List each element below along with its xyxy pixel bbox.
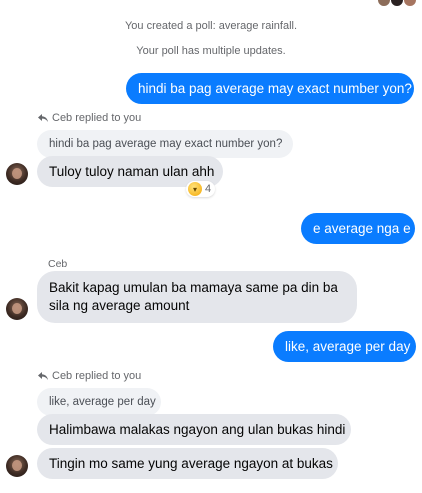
outgoing-message-average-nga[interactable]: e average nga e	[301, 213, 415, 244]
reply-arrow-icon	[38, 113, 48, 122]
message-reaction[interactable]: ▾ 4	[186, 181, 216, 197]
laughing-face-icon: ▾	[188, 182, 202, 196]
message-text: e average nga e	[313, 220, 411, 236]
message-text: Tingin mo same yung average ngayon at bu…	[49, 455, 333, 471]
message-text: hindi ba pag average may exact number yo…	[138, 80, 412, 96]
reply-indicator: Ceb replied to you	[38, 112, 141, 124]
message-text: Halimbawa malakas ngayon ang ulan bukas …	[49, 421, 346, 437]
reply-arrow-icon	[38, 371, 48, 380]
seen-avatar-1	[378, 0, 390, 6]
message-text-line-2: sila ng average amount	[49, 298, 190, 313]
message-text-line-1: Bakit kapag umulan ba mamaya same pa din…	[49, 280, 338, 295]
sender-name: Ceb	[48, 258, 68, 270]
contact-avatar[interactable]	[6, 298, 28, 320]
message-text: Tuloy tuloy naman ulan ahh	[49, 163, 215, 179]
reply-indicator-label: Ceb replied to you	[52, 370, 142, 382]
quoted-message[interactable]: like, average per day	[37, 388, 161, 416]
quoted-text: hindi ba pag average may exact number yo…	[49, 138, 283, 150]
message-text: like, average per day	[285, 338, 411, 354]
incoming-message-halimbawa[interactable]: Halimbawa malakas ngayon ang ulan bukas …	[37, 414, 351, 445]
seen-avatar-3	[404, 0, 416, 6]
outgoing-message-per-day[interactable]: like, average per day	[273, 331, 416, 362]
poll-updates-notice: Your poll has multiple updates.	[136, 45, 286, 57]
quoted-text: like, average per day	[49, 396, 156, 408]
contact-avatar[interactable]	[6, 455, 28, 477]
seen-avatar-2	[391, 0, 403, 6]
reply-indicator: Ceb replied to you	[38, 370, 141, 382]
outgoing-message-average-question[interactable]: hindi ba pag average may exact number yo…	[126, 73, 414, 104]
reaction-count: 4	[205, 183, 212, 195]
incoming-message-bakit[interactable]: Bakit kapag umulan ba mamaya same pa din…	[37, 271, 357, 323]
contact-avatar[interactable]	[6, 163, 28, 185]
quoted-message[interactable]: hindi ba pag average may exact number yo…	[37, 130, 293, 158]
poll-created-notice: You created a poll: average rainfall.	[124, 20, 298, 32]
seen-avatars	[378, 0, 416, 6]
incoming-message-tingin[interactable]: Tingin mo same yung average ngayon at bu…	[37, 448, 338, 479]
reply-indicator-label: Ceb replied to you	[52, 112, 142, 124]
